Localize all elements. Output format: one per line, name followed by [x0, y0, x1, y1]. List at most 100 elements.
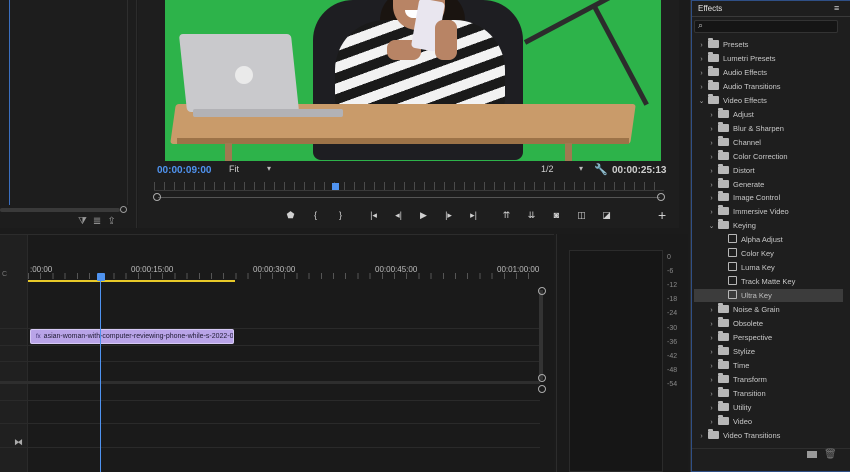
effects-folder-keying[interactable]: ⌄ Keying: [694, 219, 843, 232]
effects-folder-transition[interactable]: › Transition: [694, 386, 843, 401]
chevron-down-icon[interactable]: ⌄: [697, 95, 706, 108]
effects-folder-video[interactable]: › Video: [694, 414, 843, 429]
effects-folder-immersive-video[interactable]: › Immersive Video: [694, 205, 843, 218]
chevron-right-icon[interactable]: ›: [697, 67, 706, 80]
chevron-right-icon[interactable]: ›: [707, 318, 716, 331]
wrench-icon[interactable]: 🔧: [594, 163, 608, 176]
chevron-right-icon[interactable]: ›: [707, 165, 716, 178]
chevron-right-icon[interactable]: ›: [707, 360, 716, 373]
chevron-down-icon[interactable]: ⌄: [707, 220, 716, 233]
effects-folder-transform[interactable]: › Transform: [694, 372, 843, 387]
effects-search-box[interactable]: ⌕: [694, 20, 838, 33]
audio-scroll-handle-top[interactable]: [538, 385, 546, 393]
monitor-zoom-bar[interactable]: [158, 197, 660, 198]
timeline-playhead[interactable]: [100, 275, 101, 472]
timeline-scroll-handle-bottom[interactable]: [538, 374, 546, 382]
project-zoom-handle[interactable]: [120, 206, 127, 213]
effects-search-input[interactable]: [709, 21, 837, 32]
trash-icon[interactable]: 🗑: [824, 449, 837, 460]
effects-folder-presets[interactable]: › Presets: [694, 38, 843, 51]
effects-folder-utility[interactable]: › Utility: [694, 400, 843, 415]
effects-folder-noise-grain[interactable]: › Noise & Grain: [694, 303, 843, 316]
monitor-playhead[interactable]: [332, 183, 339, 190]
project-scrollbar[interactable]: [0, 208, 120, 212]
mark-in-button[interactable]: {: [303, 208, 328, 222]
effects-folder-distort[interactable]: › Distort: [694, 163, 843, 178]
compare-view-button[interactable]: ◫: [569, 208, 594, 222]
add-marker-button[interactable]: ⬟: [278, 208, 303, 222]
button-editor-button[interactable]: +: [658, 208, 666, 222]
step-back-button[interactable]: ◂|: [386, 208, 411, 222]
play-button[interactable]: ▶: [411, 208, 436, 222]
effects-folder-channel[interactable]: › Channel: [694, 135, 843, 150]
filter-icon[interactable]: ⧩: [78, 216, 87, 227]
mark-out-button[interactable]: }: [328, 208, 353, 222]
zoom-bar-left-handle[interactable]: [153, 193, 161, 201]
effects-folder-generate[interactable]: › Generate: [694, 177, 843, 192]
chevron-right-icon[interactable]: ›: [707, 206, 716, 219]
effects-folder-obsolete[interactable]: › Obsolete: [694, 317, 843, 330]
current-timecode[interactable]: 00:00:09:00: [157, 165, 211, 176]
zoom-bar-right-handle[interactable]: [657, 193, 665, 201]
effects-folder-audio-effects[interactable]: › Audio Effects: [694, 65, 843, 80]
effects-folder-perspective[interactable]: › Perspective: [694, 330, 843, 345]
effects-folder-color-correction[interactable]: › Color Correction: [694, 149, 843, 164]
effects-folder-time[interactable]: › Time: [694, 358, 843, 373]
automate-icon[interactable]: ⇪: [107, 216, 115, 227]
effects-folder-blur-sharpen[interactable]: › Blur & Sharpen: [694, 121, 843, 136]
effects-folder-image-control[interactable]: › Image Control: [694, 191, 843, 204]
step-forward-button[interactable]: |▸: [436, 208, 461, 222]
effects-panel-title[interactable]: Effects: [698, 4, 722, 13]
project-list-area[interactable]: [0, 0, 128, 205]
chevron-right-icon[interactable]: ›: [697, 430, 706, 443]
chevron-right-icon[interactable]: ›: [707, 346, 716, 359]
effects-folder-video-transitions[interactable]: › Video Transitions: [694, 428, 843, 443]
effect-item-luma-key[interactable]: Luma Key: [694, 261, 843, 274]
chevron-right-icon[interactable]: ›: [697, 53, 706, 66]
panel-menu-icon[interactable]: ≡: [834, 3, 839, 13]
timeline-vertical-scrollbar[interactable]: [539, 290, 543, 380]
go-to-in-button[interactable]: |◂: [361, 208, 386, 222]
toggle-proxies-button[interactable]: ◪: [594, 208, 619, 222]
new-bin-icon[interactable]: [807, 451, 817, 458]
export-frame-button[interactable]: ◙: [544, 208, 569, 222]
monitor-time-ruler[interactable]: [154, 182, 664, 190]
timeline-scroll-handle-top[interactable]: [538, 287, 546, 295]
chevron-right-icon[interactable]: ›: [707, 179, 716, 192]
bowtie-icon[interactable]: ⧓: [14, 437, 23, 448]
zoom-select[interactable]: Fit ▾: [229, 164, 273, 176]
lift-button[interactable]: ⇈: [494, 208, 519, 222]
resolution-select[interactable]: 1/2 ▾: [541, 164, 585, 176]
sort-icon[interactable]: ≣: [93, 216, 101, 227]
effects-folder-lumetri-presets[interactable]: › Lumetri Presets: [694, 51, 843, 66]
timeline-playhead-handle[interactable]: [97, 273, 105, 281]
chevron-right-icon[interactable]: ›: [707, 388, 716, 401]
chevron-right-icon[interactable]: ›: [697, 81, 706, 94]
chevron-right-icon[interactable]: ›: [697, 39, 706, 52]
extract-button[interactable]: ⇊: [519, 208, 544, 222]
effect-item-color-key[interactable]: Color Key: [694, 247, 843, 260]
chevron-right-icon[interactable]: ›: [707, 123, 716, 136]
effects-folder-adjust[interactable]: › Adjust: [694, 107, 843, 122]
effects-folder-stylize[interactable]: › Stylize: [694, 344, 843, 359]
chevron-right-icon[interactable]: ›: [707, 332, 716, 345]
effect-item-track-matte-key[interactable]: Track Matte Key: [694, 275, 843, 288]
chevron-right-icon[interactable]: ›: [707, 151, 716, 164]
go-to-out-button[interactable]: ▸|: [461, 208, 486, 222]
chevron-right-icon[interactable]: ›: [707, 402, 716, 415]
chevron-right-icon[interactable]: ›: [707, 416, 716, 429]
chevron-right-icon[interactable]: ›: [707, 109, 716, 122]
effect-item-ultra-key[interactable]: Ultra Key: [694, 289, 843, 303]
video-audio-separator[interactable]: [0, 381, 540, 384]
chevron-right-icon[interactable]: ›: [707, 374, 716, 387]
effect-item-alpha-adjust[interactable]: Alpha Adjust: [694, 233, 843, 246]
work-area-bar[interactable]: [28, 280, 235, 282]
video-frame[interactable]: [165, 0, 661, 161]
effects-folder-video-effects[interactable]: ⌄ Video Effects: [694, 93, 843, 108]
effects-folder-audio-transitions[interactable]: › Audio Transitions: [694, 79, 843, 94]
chevron-right-icon[interactable]: ›: [707, 137, 716, 150]
video-clip[interactable]: fx asian-woman-with-computer-reviewing-ph…: [30, 329, 234, 344]
chevron-right-icon[interactable]: ›: [707, 192, 716, 205]
track-tool-label[interactable]: C: [2, 271, 7, 278]
chevron-right-icon[interactable]: ›: [707, 304, 716, 317]
